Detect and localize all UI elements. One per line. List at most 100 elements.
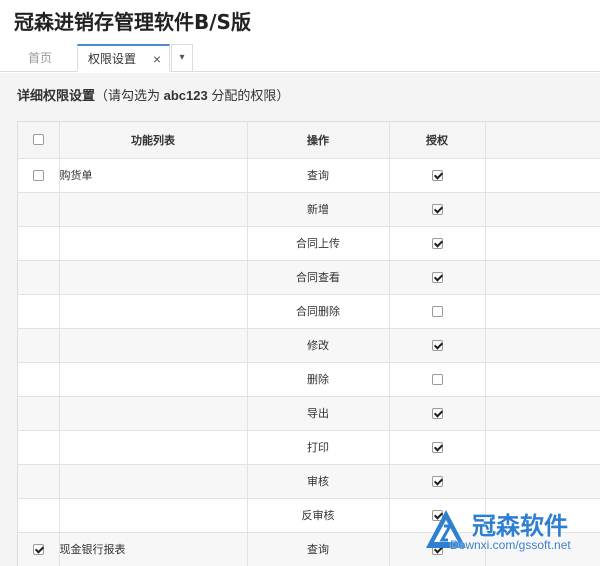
permission-grid: 功能列表 操作 授权 购货单 查询 新增 合同上传 合同查看 合同删除 修改 删除 导出 打印 审核…	[17, 121, 600, 566]
empty-cell	[485, 192, 600, 227]
function-cell	[59, 260, 248, 295]
row-select-checkbox[interactable]	[32, 169, 44, 181]
column-header-authorize: 授权	[389, 122, 486, 159]
column-header-empty	[485, 122, 600, 159]
empty-cell	[485, 396, 600, 431]
authorize-checkbox[interactable]	[431, 203, 443, 215]
operation-cell: 新增	[247, 192, 390, 227]
authorize-cell	[389, 226, 486, 261]
table-row: 合同删除	[18, 294, 600, 329]
close-icon[interactable]: ×	[153, 46, 161, 72]
authorize-cell	[389, 192, 486, 227]
authorize-checkbox[interactable]	[431, 271, 443, 283]
table-row: 购货单 查询	[18, 158, 600, 193]
empty-cell	[485, 158, 600, 193]
table-row: 审核	[18, 464, 600, 499]
empty-cell	[485, 362, 600, 397]
operation-cell: 查询	[247, 532, 390, 566]
row-select-cell	[18, 532, 60, 566]
authorize-cell	[389, 430, 486, 465]
select-all-checkbox[interactable]	[32, 134, 44, 146]
row-select-cell	[18, 362, 60, 397]
tab-bar: 首页 权限设置 × ▾	[0, 40, 600, 72]
operation-cell: 合同上传	[247, 226, 390, 261]
authorize-checkbox[interactable]	[431, 305, 443, 317]
watermark-logo: 冠森软件 Downxi.com/gssoft.net	[420, 504, 598, 562]
section-title: 详细权限设置	[17, 88, 96, 103]
tab-permission-settings[interactable]: 权限设置 ×	[77, 44, 170, 72]
function-cell	[59, 294, 248, 329]
empty-cell	[485, 464, 600, 499]
authorize-cell	[389, 362, 486, 397]
operation-cell: 导出	[247, 396, 390, 431]
authorize-checkbox[interactable]	[431, 237, 443, 249]
authorize-cell	[389, 158, 486, 193]
table-row: 打印	[18, 430, 600, 465]
authorize-checkbox[interactable]	[431, 339, 443, 351]
function-cell	[59, 498, 248, 533]
chevron-down-icon[interactable]: ▾	[171, 44, 193, 72]
section-note-suffix: 分配的权限）	[207, 88, 290, 103]
function-cell	[59, 226, 248, 261]
empty-cell	[485, 260, 600, 295]
grid-header-row: 功能列表 操作 授权	[18, 122, 600, 159]
operation-cell: 删除	[247, 362, 390, 397]
function-cell	[59, 396, 248, 431]
operation-cell: 修改	[247, 328, 390, 363]
table-row: 修改	[18, 328, 600, 363]
function-cell	[59, 430, 248, 465]
authorize-checkbox[interactable]	[431, 475, 443, 487]
operation-cell: 查询	[247, 158, 390, 193]
operation-cell: 合同删除	[247, 294, 390, 329]
empty-cell	[485, 328, 600, 363]
table-row: 合同上传	[18, 226, 600, 261]
row-select-cell	[18, 158, 60, 193]
operation-cell: 审核	[247, 464, 390, 499]
row-select-cell	[18, 226, 60, 261]
row-select-cell	[18, 328, 60, 363]
authorize-checkbox[interactable]	[431, 407, 443, 419]
row-select-checkbox[interactable]	[32, 543, 44, 555]
select-all-cell	[18, 122, 60, 159]
row-select-cell	[18, 498, 60, 533]
section-note-prefix: （请勾选为	[95, 88, 164, 103]
table-row: 新增	[18, 192, 600, 227]
function-cell	[59, 192, 248, 227]
watermark-subtitle: Downxi.com/gssoft.net	[450, 538, 571, 552]
user-name: abc123	[163, 88, 208, 103]
function-cell: 购货单	[59, 158, 248, 193]
table-row: 合同查看	[18, 260, 600, 295]
column-header-operation: 操作	[247, 122, 390, 159]
row-select-cell	[18, 260, 60, 295]
function-cell	[59, 464, 248, 499]
function-cell	[59, 362, 248, 397]
empty-cell	[485, 226, 600, 261]
watermark-title: 冠森软件	[472, 512, 568, 540]
authorize-checkbox[interactable]	[431, 441, 443, 453]
authorize-cell	[389, 328, 486, 363]
authorize-cell	[389, 260, 486, 295]
tab-label: 权限设置	[88, 52, 137, 66]
app-title: 冠森进销存管理软件B/S版	[14, 10, 251, 34]
table-row: 导出	[18, 396, 600, 431]
function-cell: 现金银行报表	[59, 532, 248, 566]
operation-cell: 打印	[247, 430, 390, 465]
row-select-cell	[18, 192, 60, 227]
table-row: 删除	[18, 362, 600, 397]
authorize-cell	[389, 464, 486, 499]
section-heading: 详细权限设置（请勾选为 abc123 分配的权限）	[17, 85, 289, 104]
row-select-cell	[18, 396, 60, 431]
empty-cell	[485, 294, 600, 329]
authorize-cell	[389, 396, 486, 431]
authorize-checkbox[interactable]	[431, 373, 443, 385]
tab-home[interactable]: 首页	[17, 44, 77, 72]
authorize-checkbox[interactable]	[431, 169, 443, 181]
operation-cell: 反审核	[247, 498, 390, 533]
empty-cell	[485, 430, 600, 465]
row-select-cell	[18, 464, 60, 499]
row-select-cell	[18, 430, 60, 465]
row-select-cell	[18, 294, 60, 329]
function-cell	[59, 328, 248, 363]
authorize-cell	[389, 294, 486, 329]
column-header-function: 功能列表	[59, 122, 248, 159]
